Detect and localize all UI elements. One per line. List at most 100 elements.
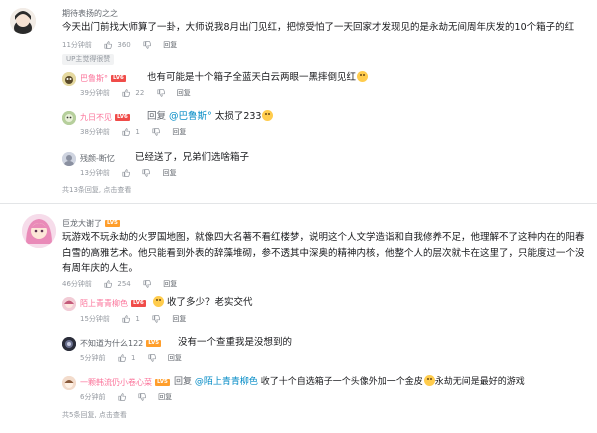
reply-meta: 39分钟前 22 回复 (80, 88, 191, 98)
thumb-down-icon (138, 393, 146, 401)
like-button[interactable] (104, 279, 113, 289)
reply-avatar[interactable] (62, 297, 76, 311)
reply-button[interactable]: 回复 (158, 392, 172, 402)
reply-avatar[interactable] (62, 376, 76, 390)
dislike-button[interactable] (156, 88, 165, 98)
reply-text: 回复 @巴鲁斯° 太损了233 (147, 109, 274, 125)
dislike-button[interactable] (142, 168, 151, 178)
like-button[interactable] (122, 314, 131, 324)
reply-button[interactable]: 回复 (172, 127, 186, 137)
thumb-up-icon (118, 393, 126, 401)
like-button[interactable] (118, 392, 126, 402)
reply-time: 15分钟前 (80, 315, 110, 323)
like-button[interactable] (122, 88, 131, 98)
reply-author[interactable]: 陌上青青柳色 LV6 (80, 299, 146, 309)
level-badge: LV6 (111, 75, 126, 82)
level-badge: LV6 (115, 114, 130, 121)
divider (0, 203, 597, 204)
avatar[interactable] (10, 8, 36, 34)
like-button[interactable] (122, 168, 131, 178)
reply-text: 也有可能是十个箱子全蓝天白云两眼一黑摔倒见红 (147, 70, 369, 86)
comment-meta: 46分钟前 254 回复 (62, 279, 177, 289)
reply-author[interactable]: 一颗韩流仍小卷心菜 LV5 (80, 378, 170, 388)
thumb-up-icon (104, 41, 113, 49)
dislike-button[interactable] (152, 127, 161, 137)
reply-text: 收了多少？老实交代 (152, 295, 253, 311)
like-count: 1 (135, 315, 140, 323)
reply-time: 13分钟前 (80, 169, 110, 177)
level-badge: LV5 (155, 379, 170, 386)
avatar[interactable] (22, 214, 56, 248)
reply-text: 回复 @陌上青青柳色 收了十个自选箱子一个头像外加一个金皮 永劫无间是最好的游戏 (174, 375, 525, 387)
like-button[interactable] (118, 353, 126, 363)
dislike-button[interactable] (148, 353, 156, 363)
reply-avatar[interactable] (62, 72, 76, 86)
like-button[interactable] (104, 40, 113, 50)
like-button[interactable] (122, 127, 131, 137)
emoji-icon (153, 296, 164, 307)
reply-time: 39分钟前 (80, 89, 110, 97)
reply-button[interactable]: 回复 (163, 40, 177, 50)
thumb-down-icon (142, 169, 151, 177)
reply-meta: 6分钟前 回复 (80, 392, 172, 402)
level-badge: LV6 (131, 300, 146, 307)
thumb-up-icon (122, 128, 131, 136)
dislike-button[interactable] (138, 392, 146, 402)
thumb-down-icon (152, 128, 161, 136)
thumb-up-icon (122, 315, 131, 323)
reply-avatar[interactable] (62, 111, 76, 125)
reply-time: 38分钟前 (80, 128, 110, 136)
reply-button[interactable]: 回复 (163, 168, 177, 178)
up-liked-tag: UP主觉得很赞 (62, 54, 115, 65)
reply-author[interactable]: 残颜-断忆 (80, 154, 115, 164)
comment-text: 今天出门前找大师算了一卦，大师说我8月出门见红，把惊受怕了一天回家才发现见的是永… (62, 22, 575, 33)
reply-time: 5分钟前 (80, 354, 106, 362)
mention-link[interactable]: @陌上青青柳色 (195, 377, 258, 387)
reply-button[interactable]: 回复 (168, 353, 182, 363)
thumb-down-icon (152, 315, 161, 323)
reply-avatar[interactable] (62, 337, 76, 351)
comment-text: 玩游戏不玩永劫的火罗国地图，就像四大名著不看红楼梦，说明这个人文学造诣和自我修养… (62, 232, 585, 274)
comment-author[interactable]: 期待表扬的之之 (62, 9, 118, 19)
reply-author[interactable]: 不知道为什么122 LV5 (80, 339, 162, 349)
reply-meta: 13分钟前 回复 (80, 168, 177, 178)
like-count: 1 (135, 128, 140, 136)
reply-time: 6分钟前 (80, 393, 106, 401)
level-badge: LV5 (105, 220, 120, 227)
reply-button[interactable]: 回复 (177, 88, 191, 98)
reply-text: 已经送了，兄弟们选啥箱子 (135, 152, 250, 163)
reply-button[interactable]: 回复 (172, 314, 186, 324)
comment-meta: 11分钟前 360 回复 (62, 40, 177, 50)
thumb-down-icon (143, 41, 151, 49)
thumb-down-icon (156, 89, 165, 97)
reply-meta: 38分钟前 1 回复 (80, 127, 186, 137)
dislike-button[interactable] (143, 40, 151, 50)
thumb-down-icon (143, 280, 151, 288)
reply-meta: 5分钟前 1 回复 (80, 353, 182, 363)
reply-button[interactable]: 回复 (163, 279, 177, 289)
comment-author[interactable]: 巨龙大谢了 LV5 (62, 219, 120, 229)
comment-time: 11分钟前 (62, 41, 92, 49)
reply-author[interactable]: 九日不见 LV6 (80, 113, 130, 123)
like-count: 360 (117, 41, 131, 49)
thumb-up-icon (122, 89, 131, 97)
emoji-icon (357, 71, 369, 82)
dislike-button[interactable] (143, 279, 151, 289)
mention-link[interactable]: @巴鲁斯° (169, 111, 212, 122)
like-count: 254 (117, 280, 131, 288)
thumb-down-icon (148, 354, 156, 362)
view-all-replies[interactable]: 共5条回复, 点击查看 (62, 410, 127, 420)
dislike-button[interactable] (152, 314, 161, 324)
view-all-replies[interactable]: 共13条回复, 点击查看 (62, 185, 131, 195)
emoji-icon (262, 110, 274, 121)
level-badge: LV5 (146, 340, 162, 347)
reply-avatar[interactable] (62, 152, 76, 166)
like-count: 22 (135, 89, 145, 97)
emoji-icon (423, 375, 435, 386)
like-count: 1 (130, 354, 136, 362)
thumb-up-icon (118, 354, 126, 362)
reply-meta: 15分钟前 1 回复 (80, 314, 186, 324)
reply-text: 没有一个查重我是没想到的 (178, 337, 293, 348)
reply-author[interactable]: 巴鲁斯° LV6 (80, 74, 126, 84)
comment-time: 46分钟前 (62, 280, 92, 288)
